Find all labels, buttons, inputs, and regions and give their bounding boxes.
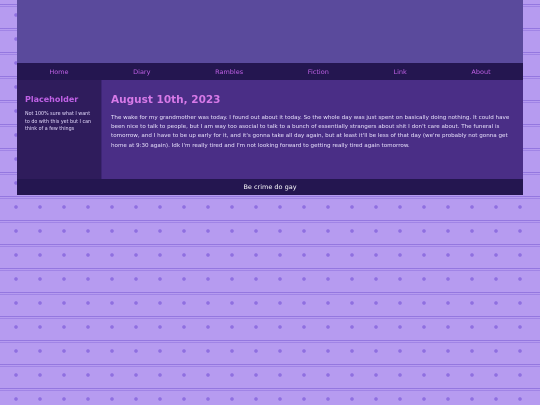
header-banner [17, 0, 523, 63]
nav-link-link[interactable]: Link [393, 68, 406, 76]
main-post: August 10th, 2023 The wake for my grandm… [101, 80, 523, 179]
post-body: The wake for my grandmother was today. I… [111, 115, 510, 149]
nav-link-about[interactable]: About [471, 68, 490, 76]
post-title: August 10th, 2023 [111, 94, 221, 106]
page-container: Home Diary Rambles Fiction Link About Pl… [17, 0, 523, 196]
sidebar-text: Not 100% sure what I want to do with thi… [25, 112, 92, 133]
sidebar: Placeholder Not 100% sure what I want to… [17, 80, 101, 179]
content-area: Placeholder Not 100% sure what I want to… [17, 80, 523, 179]
footer: Be crime do gay [17, 179, 523, 195]
nav-link-home[interactable]: Home [49, 68, 68, 76]
nav-link-rambles[interactable]: Rambles [215, 68, 243, 76]
footer-text: Be crime do gay [243, 183, 297, 191]
main-nav: Home Diary Rambles Fiction Link About [17, 63, 523, 80]
nav-link-fiction[interactable]: Fiction [308, 68, 329, 76]
sidebar-title: Placeholder [25, 95, 79, 104]
nav-link-diary[interactable]: Diary [133, 68, 150, 76]
